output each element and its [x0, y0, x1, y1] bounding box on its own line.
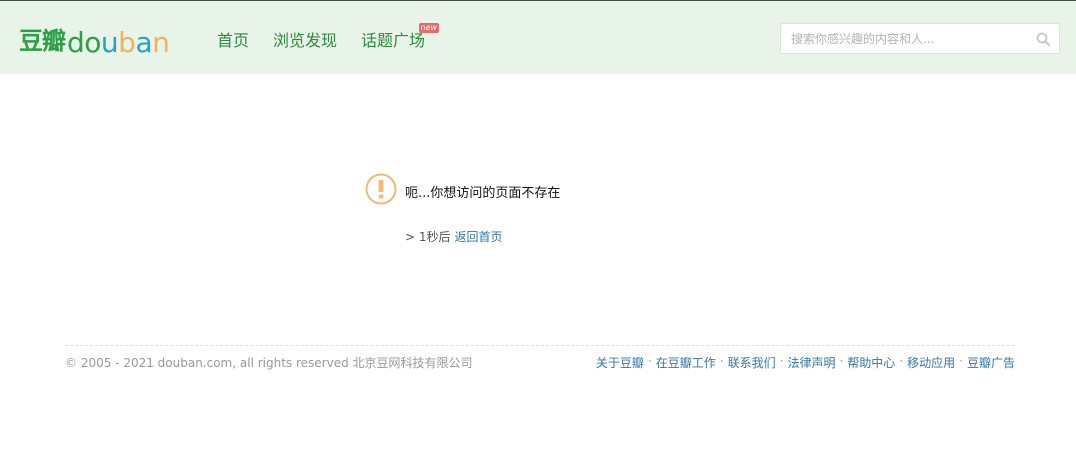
douban-logo[interactable]: 豆瓣 douban — [19, 19, 170, 59]
search-input[interactable] — [781, 24, 1031, 53]
nav-explore[interactable]: 浏览发现 — [273, 30, 337, 52]
top-navigation-bar: 豆瓣 douban 首页 浏览发现 话题广场 new — [0, 0, 1076, 74]
error-message: 呃...你想访问的页面不存在 — [405, 186, 561, 201]
footer-links: 关于豆瓣 · 在豆瓣工作 · 联系我们 · 法律声明 · 帮助中心 · 移动应用… — [596, 354, 1015, 371]
return-home-link[interactable]: 返回首页 — [455, 230, 503, 244]
main-nav: 首页 浏览发现 话题广场 new — [217, 23, 449, 52]
footer-link-help[interactable]: 帮助中心 — [847, 354, 895, 371]
footer-separator: · — [647, 354, 652, 368]
search-icon[interactable] — [1036, 32, 1050, 46]
footer-separator: · — [839, 354, 844, 368]
nav-topics[interactable]: 话题广场 new — [361, 23, 440, 52]
redirect-line: > 1秒后 返回首页 — [405, 228, 503, 245]
footer-separator: · — [719, 354, 724, 368]
logo-chinese-text: 豆瓣 — [19, 27, 66, 55]
nav-home[interactable]: 首页 — [217, 30, 249, 52]
footer-link-mobile[interactable]: 移动应用 — [907, 354, 955, 371]
copyright-text: © 2005 - 2021 douban.com, all rights res… — [65, 356, 473, 370]
nav-topics-label: 话题广场 — [361, 31, 426, 50]
footer-link-ads[interactable]: 豆瓣广告 — [967, 354, 1015, 371]
footer-separator: · — [899, 354, 904, 368]
footer-link-about[interactable]: 关于豆瓣 — [596, 354, 644, 371]
logo-english-text: douban — [67, 26, 170, 59]
countdown-text: > 1秒后 — [405, 230, 451, 244]
footer-separator: · — [959, 354, 963, 368]
footer-link-jobs[interactable]: 在豆瓣工作 — [656, 354, 716, 371]
footer-link-legal[interactable]: 法律声明 — [787, 354, 835, 371]
footer: © 2005 - 2021 douban.com, all rights res… — [65, 345, 1015, 376]
footer-link-contact[interactable]: 联系我们 — [728, 354, 776, 371]
warning-icon — [365, 173, 397, 205]
new-badge: new — [418, 23, 440, 33]
footer-separator: · — [779, 354, 784, 368]
search-box — [780, 23, 1060, 54]
